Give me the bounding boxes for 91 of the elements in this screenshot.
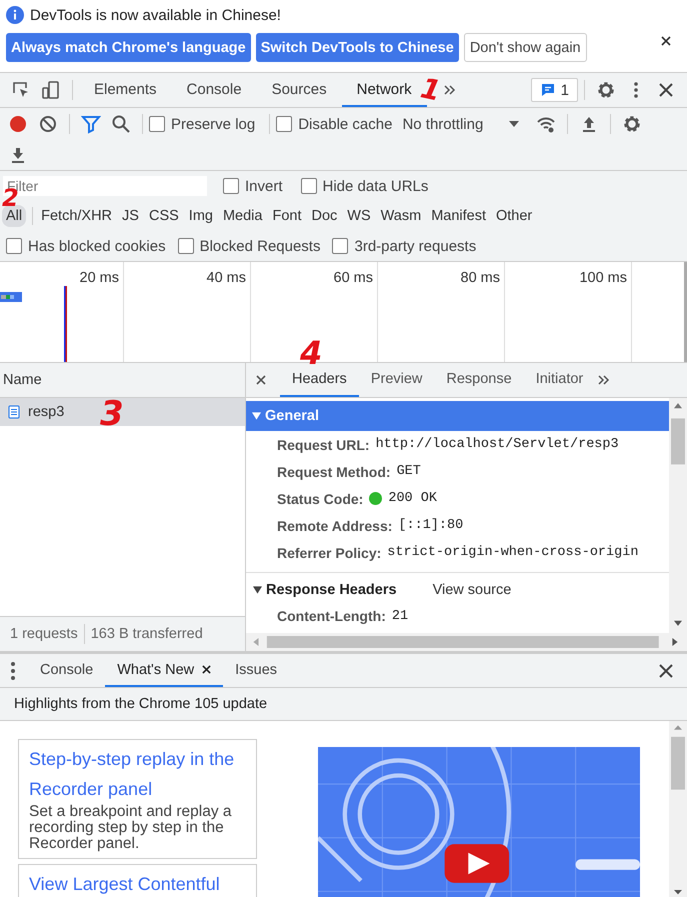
status-text: 1 requests	[10, 626, 78, 642]
more-tabs-icon[interactable]	[442, 84, 457, 96]
header-value: strict-origin-when-cross-origin	[387, 545, 638, 560]
checkbox-label: Disable cache	[298, 116, 392, 132]
type-filter[interactable]: Wasm	[376, 205, 426, 227]
more-menu-icon[interactable]	[10, 660, 16, 680]
scrollbar[interactable]	[246, 633, 687, 651]
type-filter[interactable]: Manifest	[427, 205, 490, 227]
infobar-button[interactable]: Don't show again	[464, 33, 587, 62]
header-value: http://localhost/Servlet/resp3	[376, 437, 619, 452]
time-tick-label: 40 ms	[206, 270, 246, 286]
checkbox[interactable]	[149, 116, 165, 132]
checkbox-label: 3rd-party requests	[354, 238, 476, 254]
header-name: Content-Length:	[277, 608, 386, 624]
feature-description: Set a breakpoint and replay a recording step by step in the Recorder panel.	[29, 804, 232, 852]
header-name: Remote Address:	[277, 518, 392, 534]
type-filter[interactable]: Img	[184, 205, 217, 227]
type-filter[interactable]: Media	[218, 205, 266, 227]
document-icon	[8, 405, 20, 419]
search-icon[interactable]	[111, 114, 131, 134]
type-filter[interactable]: All	[2, 205, 26, 227]
checkbox-label: Blocked Requests	[200, 238, 320, 254]
drawer-tab[interactable]: Issues	[223, 654, 290, 687]
triangle-icon	[253, 586, 262, 594]
info-icon	[6, 6, 24, 24]
checkbox[interactable]	[223, 178, 239, 194]
checkbox[interactable]	[276, 116, 292, 132]
clear-icon[interactable]	[38, 114, 58, 134]
infobar-button[interactable]: Switch DevTools to Chinese	[256, 33, 459, 62]
panel-tab[interactable]: Elements	[79, 73, 172, 107]
triangle-icon	[252, 412, 261, 420]
waterfall-bar	[0, 292, 22, 302]
detail-tab[interactable]: Initiator	[524, 363, 596, 397]
checkbox-label: Preserve log	[171, 116, 256, 132]
view-source-link[interactable]: View source	[432, 582, 512, 598]
section-header[interactable]: Response Headers	[253, 582, 397, 598]
feature-link[interactable]: View Largest Contentful	[29, 869, 246, 897]
panel-tab[interactable]: Console	[172, 73, 257, 107]
header-value: 200 OK	[388, 491, 437, 506]
header-value: GET	[396, 464, 421, 479]
panel-heading: Highlights from the Chrome 105 update	[14, 696, 268, 712]
close-icon[interactable]	[202, 665, 212, 674]
device-icon[interactable]	[41, 80, 61, 100]
info-message: DevTools is now available in Chinese!	[30, 6, 281, 24]
type-filter[interactable]: JS	[118, 205, 143, 227]
header-name: Status Code:	[277, 490, 364, 506]
section-header[interactable]: General	[246, 401, 669, 431]
header-name: Referrer Policy:	[277, 544, 382, 560]
drawer-tab[interactable]: Console	[28, 654, 106, 687]
checkbox-label: Invert	[245, 178, 283, 194]
settings-icon[interactable]	[622, 114, 642, 134]
checkbox-label: Has blocked cookies	[28, 238, 166, 254]
close-icon[interactable]	[661, 36, 671, 46]
type-filter[interactable]: Font	[268, 205, 306, 227]
panel-tab[interactable]: Sources	[256, 73, 342, 107]
throttling-dropdown[interactable]: No throttling	[400, 116, 532, 132]
request-row[interactable]: resp3 3	[0, 398, 245, 426]
type-filter[interactable]: CSS	[144, 205, 183, 227]
header-value: 21	[392, 609, 408, 624]
filter-icon[interactable]	[81, 114, 101, 134]
checkbox-label: Hide data URLs	[322, 178, 428, 194]
feature-link[interactable]: Step-by-step replay in the Recorder panel	[29, 744, 246, 804]
header-name: Request URL:	[277, 436, 370, 452]
more-tabs-icon[interactable]	[597, 374, 612, 386]
detail-tab[interactable]: Headers	[280, 363, 359, 397]
status-text: 163 B transferred	[90, 626, 203, 642]
scrollbar[interactable]	[669, 398, 687, 633]
issues-badge[interactable]: 1	[530, 78, 578, 102]
type-filter[interactable]: Fetch/XHR	[37, 205, 116, 227]
settings-icon[interactable]	[596, 80, 616, 100]
time-tick-label: 20 ms	[80, 270, 119, 286]
column-header: Name	[3, 372, 42, 388]
checkbox[interactable]	[300, 178, 317, 194]
type-filter[interactable]: Other	[492, 205, 536, 227]
detail-tab[interactable]: Response	[434, 363, 524, 397]
header-name: Request Method:	[277, 464, 391, 480]
time-tick-label: 100 ms	[579, 270, 627, 286]
time-tick-label: 80 ms	[460, 270, 500, 286]
type-filter[interactable]: Doc	[307, 205, 342, 227]
record-icon[interactable]	[8, 114, 28, 134]
time-tick-label: 60 ms	[334, 270, 373, 286]
type-filter[interactable]: WS	[343, 205, 375, 227]
close-icon[interactable]	[256, 375, 266, 385]
scrollbar[interactable]	[669, 721, 687, 897]
checkbox[interactable]	[178, 238, 194, 254]
checkbox[interactable]	[332, 238, 348, 254]
checkbox[interactable]	[6, 238, 22, 254]
infobar-button[interactable]: Always match Chrome's language	[6, 33, 251, 62]
header-value: [::1]:80	[398, 518, 464, 533]
detail-tab[interactable]: Preview	[358, 363, 434, 397]
caret-icon	[509, 121, 520, 127]
